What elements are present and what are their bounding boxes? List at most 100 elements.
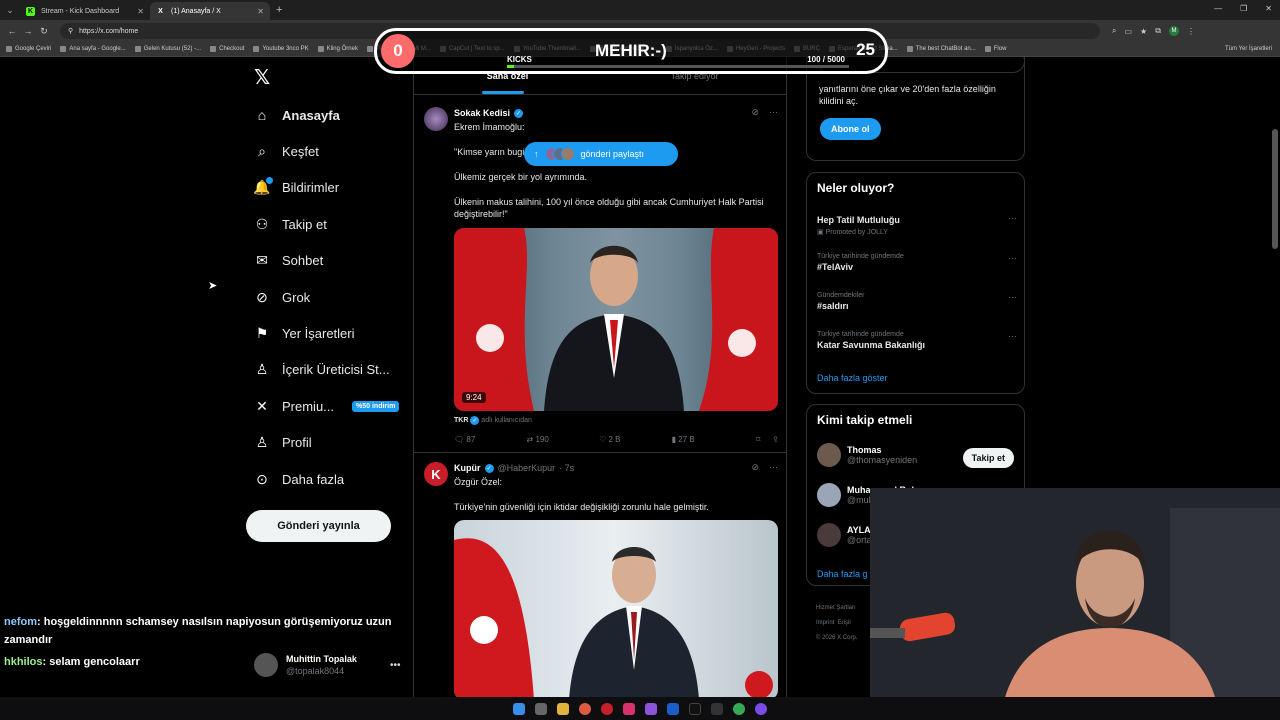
- repost-button[interactable]: ⇄ 190: [527, 435, 600, 444]
- page-scrollbar[interactable]: [1272, 129, 1278, 249]
- obs-icon[interactable]: [711, 702, 723, 715]
- nav-item-person[interactable]: ♙ Profil: [254, 431, 312, 455]
- bookmark-icon[interactable]: ⌑: [756, 435, 760, 444]
- forward-icon[interactable]: →: [20, 26, 36, 36]
- start-icon[interactable]: [513, 702, 525, 715]
- x-logo-icon[interactable]: 𝕏: [254, 65, 270, 89]
- show-more-trends[interactable]: Daha fazla göster: [817, 373, 888, 383]
- tab-search-icon[interactable]: ⌄: [0, 5, 20, 16]
- reload-icon[interactable]: ↻: [36, 26, 52, 37]
- tiktok-icon[interactable]: [689, 702, 701, 715]
- avatar[interactable]: [424, 107, 448, 131]
- file-explorer-icon[interactable]: [557, 702, 569, 715]
- extensions-icon[interactable]: ⧉: [1155, 26, 1161, 36]
- more-icon[interactable]: ···: [1008, 253, 1017, 263]
- nav-item-more-circle[interactable]: ⊙ Daha fazla: [254, 467, 344, 491]
- tab-kick-dashboard[interactable]: K Stream - Kick Dashboard ✕: [20, 2, 150, 20]
- bookmark-icon: ⚑: [255, 324, 269, 341]
- nav-item-creator[interactable]: ♙ İçerik Üreticisi St...: [254, 358, 390, 382]
- show-more-who-to-follow[interactable]: Daha fazla g: [817, 569, 868, 579]
- more-icon[interactable]: ···: [1008, 213, 1017, 223]
- all-bookmarks[interactable]: Tüm Yer İşaretleri: [1225, 46, 1280, 52]
- tweet[interactable]: Sokak Kedisi ✓ ⊘ ··· Ekrem İmamoğlu: "Ki…: [414, 95, 786, 453]
- app-circle-icon[interactable]: [755, 702, 767, 715]
- site-info-icon[interactable]: ⚲: [68, 27, 73, 35]
- instagram-icon[interactable]: [623, 702, 635, 715]
- footer-link[interactable]: Hizmet Şartları: [816, 601, 857, 616]
- trend-item[interactable]: Türkiye tarihinde gündemde Katar Savunma…: [817, 331, 1017, 350]
- menu-icon[interactable]: ⋮: [1187, 27, 1195, 36]
- author-handle[interactable]: @HaberKupur: [498, 463, 556, 473]
- nav-item-mail[interactable]: ✉ Sohbet: [254, 249, 323, 273]
- footer-link[interactable]: Imprint: [816, 620, 834, 626]
- maximize-icon[interactable]: ❐: [1240, 4, 1247, 13]
- bookmark-item[interactable]: Ana sayfa - Google...: [60, 46, 126, 52]
- task-view-icon[interactable]: [535, 702, 547, 715]
- suggested-user[interactable]: AYLA @orta: [817, 523, 872, 547]
- reply-button[interactable]: 🗨 87: [454, 435, 527, 444]
- nav-item-x-premium[interactable]: ✕ Premiu... %50 indirim: [254, 394, 400, 418]
- share-icon[interactable]: ⇪: [772, 435, 779, 444]
- trend-item[interactable]: Türkiye tarihinde gündemde #TelAviv ···: [817, 253, 1017, 272]
- close-window-icon[interactable]: ✕: [1265, 4, 1272, 13]
- bookmark-item[interactable]: Gelen Kutusu (52) -...: [134, 46, 201, 52]
- nav-item-bookmark[interactable]: ⚑ Yer İşaretleri: [254, 321, 355, 345]
- follow-button[interactable]: Takip et: [962, 448, 1014, 468]
- nav-item-home[interactable]: ⌂ Anasayfa: [254, 103, 340, 127]
- nav-item-grok[interactable]: ⊘ Grok: [254, 285, 310, 309]
- subscribe-button[interactable]: Abone ol: [820, 118, 881, 140]
- app-icon[interactable]: [645, 702, 657, 715]
- more-icon[interactable]: ···: [769, 462, 778, 473]
- tab-x-home[interactable]: X (1) Anasayfa / X ✕: [150, 2, 270, 20]
- like-button[interactable]: ♡ 2 B: [599, 435, 672, 444]
- zoom-icon[interactable]: ⌕: [1112, 26, 1116, 36]
- repost-count: 190: [535, 435, 549, 444]
- tweet[interactable]: K Kupür ✓ @HaberKupur · 7s ⊘ ··· Özgür Ö…: [414, 454, 786, 697]
- bookmark-item[interactable]: Flow: [984, 46, 1007, 52]
- opera-icon[interactable]: [601, 702, 613, 715]
- close-tab-icon[interactable]: ✕: [137, 7, 144, 16]
- bookmark-label: Flow: [993, 46, 1007, 52]
- video-source[interactable]: TKR ✓ adlı kullanıcıdan: [454, 416, 532, 425]
- more-icon[interactable]: •••: [390, 660, 401, 671]
- footer-link[interactable]: Erişil: [838, 620, 851, 626]
- back-icon[interactable]: ←: [4, 26, 20, 36]
- new-tab-icon[interactable]: +: [276, 4, 282, 16]
- close-tab-icon[interactable]: ✕: [257, 7, 264, 16]
- bookmark-item[interactable]: Youtube 3nco PK: [253, 46, 309, 52]
- grok-icon[interactable]: ⊘: [751, 462, 759, 473]
- chrome-alt-icon[interactable]: [733, 702, 745, 715]
- minimize-icon[interactable]: —: [1214, 4, 1222, 13]
- new-posts-pill[interactable]: ↑ gönderi paylaştı: [524, 142, 678, 166]
- video-player[interactable]: 9:24: [454, 228, 778, 411]
- cast-icon[interactable]: ▭: [1124, 27, 1132, 36]
- nav-item-person-add[interactable]: ⚇ Takip et: [254, 212, 327, 236]
- promoted-label: ▣ Promoted by JOLLY: [817, 229, 889, 236]
- photoshop-icon[interactable]: [667, 702, 679, 715]
- more-icon[interactable]: ···: [769, 107, 778, 118]
- author-name[interactable]: Sokak Kedisi: [454, 108, 510, 118]
- chrome-icon[interactable]: [579, 702, 591, 715]
- account-switcher[interactable]: Muhittin Topalak @topalak8044: [254, 653, 357, 677]
- more-icon[interactable]: ···: [1008, 292, 1017, 302]
- bookmark-item[interactable]: Google Çeviri: [6, 46, 51, 52]
- post-button[interactable]: Gönderi yayınla: [246, 510, 391, 542]
- nav-item-bell[interactable]: 🔔 Bildirimler: [253, 176, 339, 200]
- trend-item[interactable]: Gündemdekiler #saldırı ···: [817, 292, 1017, 311]
- trend-item[interactable]: Hep Tatil Mutluluğu ▣ Promoted by JOLLY …: [817, 213, 1017, 236]
- nav-item-search[interactable]: ⌕ Keşfet: [254, 139, 319, 163]
- bookmark-item[interactable]: Checkout: [210, 46, 244, 52]
- suggested-user[interactable]: Thomas @thomasyeniden: [817, 443, 917, 467]
- nav-label: Keşfet: [282, 143, 319, 159]
- more-icon[interactable]: ···: [1008, 331, 1017, 341]
- author-name[interactable]: Kupür: [454, 463, 481, 473]
- tweet-time[interactable]: · 7s: [559, 463, 574, 473]
- bookmark-item[interactable]: Kling Örnek: [317, 46, 358, 52]
- tweet-image[interactable]: [454, 520, 778, 697]
- star-icon[interactable]: ★: [1140, 27, 1147, 36]
- views-button[interactable]: ▮ 27 B: [672, 435, 745, 444]
- bookmark-item[interactable]: The best ChatBot an...: [906, 46, 976, 52]
- grok-icon[interactable]: ⊘: [751, 107, 759, 118]
- avatar[interactable]: K: [424, 462, 448, 486]
- profile-avatar[interactable]: M: [1168, 26, 1179, 36]
